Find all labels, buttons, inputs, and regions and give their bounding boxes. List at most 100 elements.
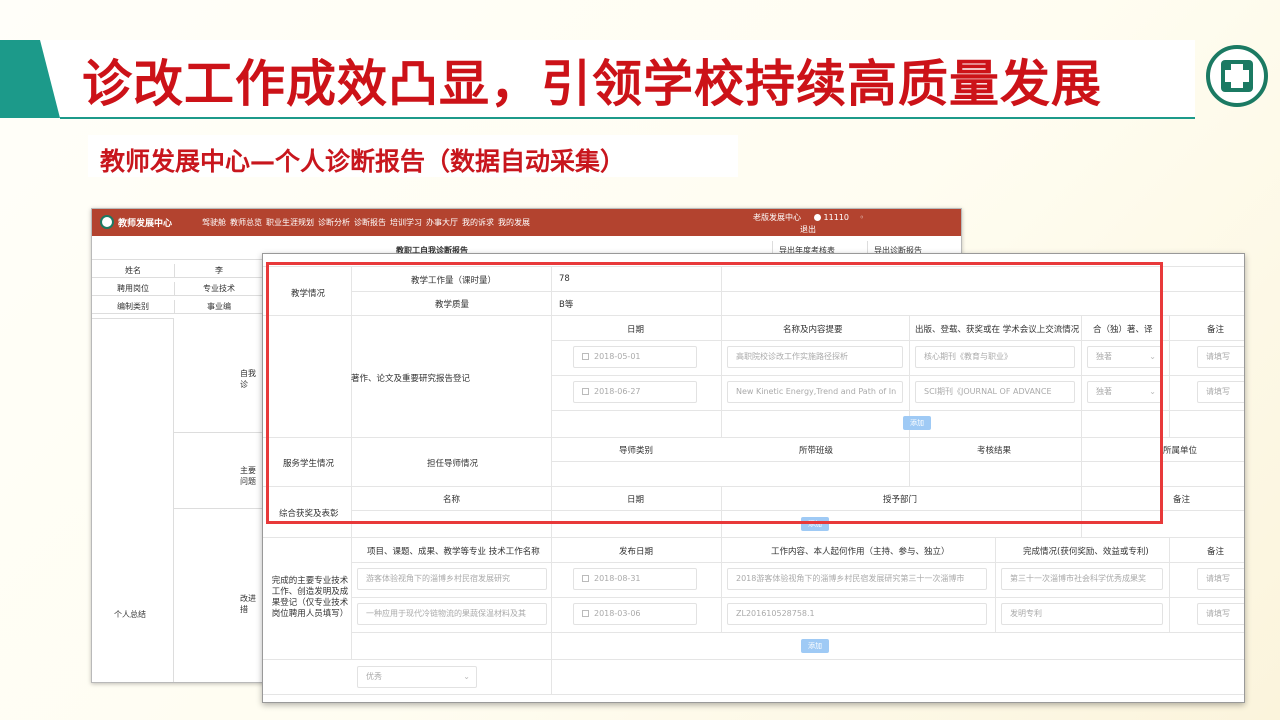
nav-item[interactable]: 培训学习 bbox=[390, 217, 422, 228]
column-header: 工作内容、本人起何作用（主持、参与、独立） bbox=[771, 547, 950, 557]
result-input[interactable]: 第三十一次淄博市社会科学优秀成果奖 bbox=[1001, 568, 1163, 590]
section-label: 著作、论文及重要研究报告登记 bbox=[351, 374, 471, 384]
author-type-select[interactable]: 独著 ⌄ bbox=[1087, 346, 1163, 368]
nav-item[interactable]: 诊断报告 bbox=[354, 217, 386, 228]
note-input[interactable]: 请填写 bbox=[1197, 568, 1244, 590]
nav-item[interactable]: 我的诉求 bbox=[462, 217, 494, 228]
field-label: 教学工作量（课时量） bbox=[411, 276, 497, 286]
column-header: 合（独）著、译 bbox=[1093, 325, 1153, 335]
note-input[interactable]: 请填写 bbox=[1197, 381, 1244, 403]
quality-value: B等 bbox=[559, 300, 574, 310]
author-type-select[interactable]: 独著 ⌄ bbox=[1087, 381, 1163, 403]
date-input[interactable]: 2018-08-31 bbox=[573, 568, 697, 590]
section-label: 完成的主要专业技术工作、创造发明及成果登记（仅专业技术岗位聘用人员填写） bbox=[271, 576, 349, 619]
column-header: 名称及内容提要 bbox=[783, 325, 843, 335]
column-header: 备注 bbox=[1207, 547, 1225, 557]
nav-user-area: 老版发展中心 11110 ◦ bbox=[753, 212, 864, 223]
column-header: 授予部门 bbox=[883, 495, 918, 505]
workload-value: 78 bbox=[559, 274, 570, 284]
nav-item[interactable]: 我的发展 bbox=[498, 217, 530, 228]
date-input[interactable]: 2018-05-01 bbox=[573, 346, 697, 368]
summary-subsection: 改进措 bbox=[174, 509, 263, 682]
work-content-input[interactable]: 2018游客体验视角下的淄博乡村民宿发展研究第三十一次淄博市 bbox=[727, 568, 987, 590]
column-header: 所带班级 bbox=[799, 446, 834, 456]
info-row: 编制类别 事业编 bbox=[92, 300, 263, 314]
column-header: 日期 bbox=[627, 495, 645, 505]
note-input[interactable]: 请填写 bbox=[1197, 603, 1244, 625]
column-header: 名称 bbox=[443, 495, 461, 505]
calendar-icon bbox=[582, 610, 589, 617]
nav-item[interactable]: 教师总览 bbox=[230, 217, 262, 228]
summary-subsection: 自我诊 bbox=[174, 318, 263, 433]
date-input[interactable]: 2018-06-27 bbox=[573, 381, 697, 403]
result-input[interactable]: 发明专利 bbox=[1001, 603, 1163, 625]
rating-select[interactable]: 优秀 ⌄ bbox=[357, 666, 477, 688]
info-label: 编制类别 bbox=[117, 302, 149, 311]
info-label: 聘用岗位 bbox=[117, 284, 149, 293]
info-row: 聘用岗位 专业技术 bbox=[92, 282, 263, 296]
column-header: 完成情况(获何奖励、效益或专利) bbox=[1023, 547, 1149, 557]
chevron-down-icon: ⌄ bbox=[1149, 352, 1156, 361]
slide-title: 诊改工作成效凸显，引领学校持续高质量发展 bbox=[82, 55, 1102, 113]
slide-subtitle: 教师发展中心—个人诊断报告（数据自动采集） bbox=[100, 147, 626, 176]
field-label: 担任导师情况 bbox=[427, 459, 479, 469]
nav-brand: 教师发展中心 bbox=[118, 219, 173, 229]
note-input[interactable]: 请填写 bbox=[1197, 346, 1244, 368]
summary-label: 个人总结 bbox=[114, 610, 146, 619]
add-project-button[interactable]: 添加 bbox=[801, 639, 829, 653]
work-content-input[interactable]: ZL201610528758.1 bbox=[727, 603, 987, 625]
section-label: 教学情况 bbox=[291, 289, 326, 299]
chevron-down-icon: ⌄ bbox=[1149, 387, 1156, 396]
nav-item[interactable]: 驾驶舱 bbox=[202, 217, 226, 228]
nav-item[interactable]: 办事大厅 bbox=[426, 217, 458, 228]
column-header: 项目、课题、成果、教学等专业 技术工作名称 bbox=[367, 547, 540, 557]
nav-item[interactable]: 职业生涯规划 bbox=[266, 217, 314, 228]
date-input[interactable]: 2018-03-06 bbox=[573, 603, 697, 625]
field-label: 教学质量 bbox=[435, 300, 470, 310]
user-icon bbox=[813, 214, 821, 221]
background-calligraphy-decoration bbox=[920, 0, 1260, 250]
info-row: 姓名 李 bbox=[92, 264, 263, 278]
calendar-icon bbox=[582, 353, 589, 360]
summary-subsection: 主要问题 bbox=[174, 433, 263, 509]
title-input[interactable]: 高职院校诊改工作实施路径探析 bbox=[727, 346, 903, 368]
nav-menu: 驾驶舱 教师总览 职业生涯规划 诊断分析 诊断报告 培训学习 办事大厅 我的诉求… bbox=[202, 217, 530, 228]
section-label: 服务学生情况 bbox=[283, 459, 335, 469]
venue-input[interactable]: 核心期刊《教育与职业》 bbox=[915, 346, 1075, 368]
venue-input[interactable]: SCI期刊《JOURNAL OF ADVANCE bbox=[915, 381, 1075, 403]
nav-logo-icon bbox=[100, 215, 114, 229]
top-nav-bar: 教师发展中心 驾驶舱 教师总览 职业生涯规划 诊断分析 诊断报告 培训学习 办事… bbox=[92, 209, 961, 236]
section-label: 综合获奖及表彰 bbox=[279, 509, 339, 519]
column-header: 备注 bbox=[1173, 495, 1191, 505]
info-label: 姓名 bbox=[125, 266, 141, 275]
info-value: 李 bbox=[174, 264, 263, 278]
column-header: 所属单位 bbox=[1163, 446, 1198, 456]
calendar-icon bbox=[582, 388, 589, 395]
logout-link[interactable]: 退出 bbox=[800, 224, 816, 235]
project-name-input[interactable]: 游客体验视角下的淄博乡村民宿发展研究 bbox=[357, 568, 547, 590]
nav-item[interactable]: 诊断分析 bbox=[318, 217, 350, 228]
add-publication-button[interactable]: 添加 bbox=[903, 416, 931, 430]
column-header: 日期 bbox=[627, 325, 645, 335]
info-value: 事业编 bbox=[174, 300, 263, 314]
subsection-label: 改进措 bbox=[240, 594, 256, 614]
column-header: 备注 bbox=[1207, 325, 1225, 335]
title-underline bbox=[60, 117, 1195, 119]
info-value: 专业技术 bbox=[174, 282, 263, 296]
power-icon[interactable]: ◦ bbox=[860, 213, 865, 222]
calendar-icon bbox=[582, 575, 589, 582]
column-header: 考核结果 bbox=[977, 446, 1012, 456]
subsection-label: 自我诊 bbox=[240, 369, 256, 389]
column-header: 发布日期 bbox=[619, 547, 654, 557]
nav-user-id: 11110 bbox=[823, 213, 849, 222]
column-header: 导师类别 bbox=[619, 446, 654, 456]
subsection-label: 主要问题 bbox=[240, 466, 256, 486]
front-window-screenshot: 教学情况 教学工作量（课时量） 78 教学质量 B等 著作、论文及重要研究报告登… bbox=[262, 253, 1245, 703]
nav-user-label[interactable]: 老版发展中心 bbox=[753, 213, 801, 222]
column-header: 出版、登载、获奖或在 学术会议上交流情况 bbox=[915, 325, 1080, 335]
school-emblem-icon bbox=[1206, 45, 1268, 107]
chevron-down-icon: ⌄ bbox=[463, 672, 470, 681]
title-input[interactable]: New Kinetic Energy,Trend and Path of In bbox=[727, 381, 903, 403]
project-name-input[interactable]: 一种应用于现代冷链物流的果蔬保温材料及其 bbox=[357, 603, 547, 625]
add-award-button[interactable]: 添加 bbox=[801, 517, 829, 531]
